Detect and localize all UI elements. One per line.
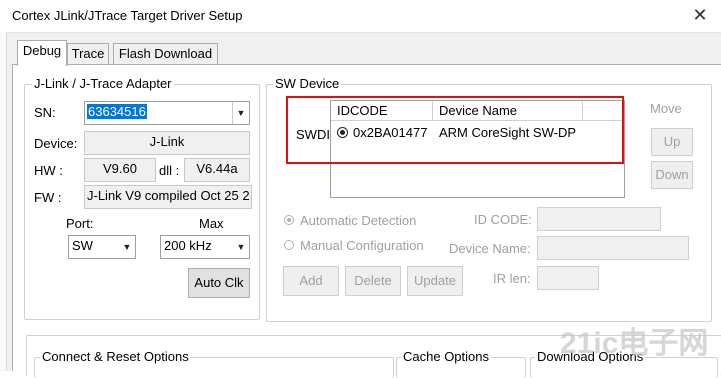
hw-label: HW : <box>34 163 63 178</box>
adapter-group-legend: J-Link / J-Trace Adapter <box>32 76 174 91</box>
connect-reset-legend: Connect & Reset Options <box>40 349 191 364</box>
move-label: Move <box>650 101 682 116</box>
tab-trace[interactable]: Trace <box>67 43 109 66</box>
device-name-label: Device Name: <box>449 241 531 256</box>
port-value: SW <box>72 238 93 253</box>
device-name-field[interactable] <box>537 236 689 260</box>
automatic-detection-radio[interactable] <box>284 215 294 225</box>
chevron-down-icon[interactable]: ▼ <box>232 102 249 124</box>
sn-value: 63634516 <box>87 104 147 119</box>
move-down-button[interactable]: Down <box>651 161 693 189</box>
automatic-detection-label: Automatic Detection <box>300 213 417 228</box>
move-up-button[interactable]: Up <box>651 128 693 156</box>
ir-len-field[interactable] <box>537 266 599 290</box>
manual-configuration-radio[interactable] <box>284 240 294 250</box>
tab-flash-download[interactable]: Flash Download <box>113 43 218 66</box>
tab-debug[interactable]: Debug <box>17 40 67 66</box>
dll-label: dll : <box>159 163 180 178</box>
max-clock-select[interactable]: 200 kHz ▼ <box>160 235 250 259</box>
window-title: Cortex JLink/JTrace Target Driver Setup <box>12 8 243 23</box>
max-clock-value: 200 kHz <box>164 238 212 253</box>
device-label: Device: <box>34 136 78 151</box>
hw-field: V9.60 <box>84 158 156 182</box>
delete-button[interactable]: Delete <box>345 266 401 296</box>
manual-configuration-label: Manual Configuration <box>300 238 424 253</box>
dll-field: V6.44a <box>184 158 250 182</box>
close-icon[interactable]: ✕ <box>680 2 720 28</box>
red-highlight-annotation <box>286 96 624 164</box>
sn-label: SN: <box>34 105 56 120</box>
port-select[interactable]: SW ▼ <box>68 235 136 259</box>
sn-combobox[interactable]: 63634516 ▼ <box>84 101 250 125</box>
chevron-down-icon[interactable]: ▼ <box>119 236 135 258</box>
fw-field: J-Link V9 compiled Oct 25 2 <box>84 185 252 209</box>
watermark-logo: 21ic电子网 <box>560 327 709 360</box>
port-label: Port: <box>66 216 94 231</box>
update-button[interactable]: Update <box>407 266 463 296</box>
sw-device-legend: SW Device <box>273 76 342 91</box>
fw-label: FW : <box>34 190 62 205</box>
max-label: Max <box>199 216 224 231</box>
id-code-label: ID CODE: <box>474 212 532 227</box>
chevron-down-icon[interactable]: ▼ <box>233 236 249 258</box>
add-button[interactable]: Add <box>283 266 339 296</box>
background-window-edge <box>0 32 7 370</box>
device-field: J-Link <box>84 131 250 155</box>
ir-len-label: IR len: <box>493 271 531 286</box>
auto-clk-button[interactable]: Auto Clk <box>188 268 250 298</box>
id-code-field[interactable] <box>537 207 661 231</box>
cache-options-legend: Cache Options <box>401 349 491 364</box>
